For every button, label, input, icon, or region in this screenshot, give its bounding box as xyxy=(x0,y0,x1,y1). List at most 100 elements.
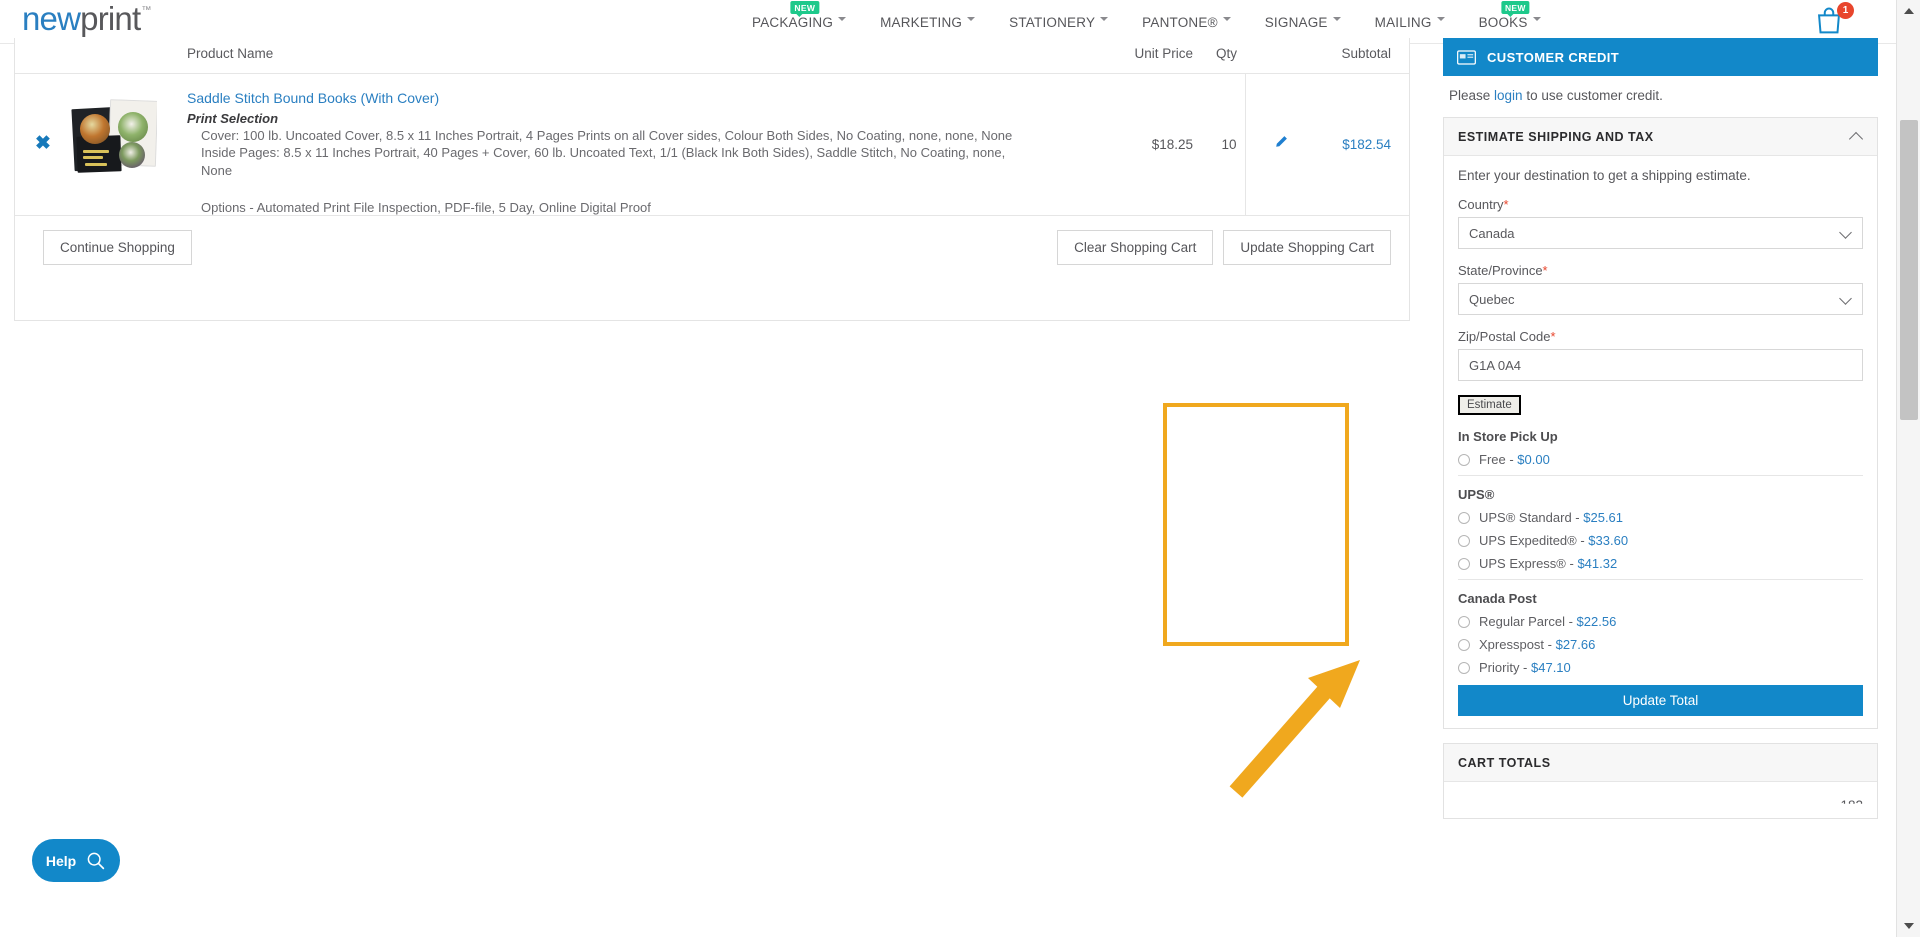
triangle-down-icon xyxy=(1904,923,1914,929)
radio-icon[interactable] xyxy=(1458,639,1470,651)
col-qty: Qty xyxy=(1193,38,1245,74)
credit-text-before: Please xyxy=(1449,88,1494,103)
shipping-option-name: UPS® Standard - xyxy=(1479,510,1583,525)
cart-items-table: Product Name Unit Price Qty Subtotal ✖ xyxy=(15,38,1409,216)
scrollbar-thumb[interactable] xyxy=(1900,120,1918,420)
cart-table-header: Product Name Unit Price Qty Subtotal xyxy=(15,38,1409,74)
shipping-option-label: UPS Express® - $41.32 xyxy=(1479,556,1617,571)
chevron-down-icon xyxy=(1437,17,1445,25)
triangle-up-icon xyxy=(1904,8,1914,14)
col-edit xyxy=(1245,38,1317,74)
update-total-button[interactable]: Update Total xyxy=(1458,685,1863,716)
required-marker: * xyxy=(1551,329,1556,344)
shipping-options-highlight-box xyxy=(1163,403,1349,646)
nav-label: PACKAGING xyxy=(752,15,833,30)
shipping-option-label: Priority - $47.10 xyxy=(1479,660,1571,675)
chevron-up-icon[interactable] xyxy=(1851,131,1863,143)
close-icon: ✖ xyxy=(35,133,51,154)
col-subtotal: Subtotal xyxy=(1317,38,1409,74)
chevron-down-icon xyxy=(1333,17,1341,25)
shipping-option[interactable]: Regular Parcel - $22.56 xyxy=(1458,614,1863,629)
shipping-option[interactable]: Free - $0.00 xyxy=(1458,452,1863,467)
product-name-link[interactable]: Saddle Stitch Bound Books (With Cover) xyxy=(187,90,439,106)
radio-icon[interactable] xyxy=(1458,558,1470,570)
help-label: Help xyxy=(46,853,76,869)
radio-icon[interactable] xyxy=(1458,662,1470,674)
customer-credit-title: CUSTOMER CREDIT xyxy=(1487,50,1619,65)
customer-credit-body: Please login to use customer credit. xyxy=(1443,76,1878,117)
state-label-text: State/Province xyxy=(1458,263,1543,278)
nav-label: STATIONERY xyxy=(1009,15,1095,30)
country-select-wrapper: Canada xyxy=(1458,217,1863,263)
shipping-option-price: $47.10 xyxy=(1531,660,1571,675)
shipping-group-title: In Store Pick Up xyxy=(1458,429,1863,444)
radio-icon[interactable] xyxy=(1458,454,1470,466)
shipping-option-name: Free - xyxy=(1479,452,1517,467)
zip-postal-code-input[interactable] xyxy=(1458,349,1863,381)
clear-shopping-cart-button[interactable]: Clear Shopping Cart xyxy=(1057,230,1213,265)
cart-button[interactable]: 1 xyxy=(1812,4,1852,40)
shipping-option[interactable]: Priority - $47.10 xyxy=(1458,660,1863,675)
shipping-option-label: Xpresspost - $27.66 xyxy=(1479,637,1595,652)
shipping-option[interactable]: UPS Expedited® - $33.60 xyxy=(1458,533,1863,548)
shipping-option[interactable]: UPS® Standard - $25.61 xyxy=(1458,510,1863,525)
zip-label: Zip/Postal Code* xyxy=(1458,329,1863,344)
site-logo[interactable]: newprint ™ xyxy=(22,2,151,35)
login-link[interactable]: login xyxy=(1494,88,1523,103)
chevron-down-icon xyxy=(1223,17,1231,25)
estimate-panel-header[interactable]: ESTIMATE SHIPPING AND TAX xyxy=(1444,118,1877,156)
remove-item-button[interactable]: ✖ xyxy=(15,74,71,216)
nav-label: BOOKS xyxy=(1479,15,1528,30)
help-widget-button[interactable]: Help xyxy=(32,839,120,882)
radio-icon[interactable] xyxy=(1458,616,1470,628)
cart-header-row: Product Name Unit Price Qty Subtotal xyxy=(15,38,1409,74)
estimate-button[interactable]: Estimate xyxy=(1458,395,1521,415)
col-remove xyxy=(15,38,71,74)
shipping-option-price: $25.61 xyxy=(1583,510,1623,525)
credit-card-icon xyxy=(1457,50,1476,65)
cart-totals-header: CART TOTALS xyxy=(1444,744,1877,782)
shipping-option-label: UPS® Standard - $25.61 xyxy=(1479,510,1623,525)
product-options-text: Options - Automated Print File Inspectio… xyxy=(201,200,1069,215)
chevron-down-icon xyxy=(838,17,846,25)
shipping-option-label: Regular Parcel - $22.56 xyxy=(1479,614,1616,629)
nav-label: MARKETING xyxy=(880,15,962,30)
print-selection-label: Print Selection xyxy=(187,111,1069,126)
radio-icon[interactable] xyxy=(1458,535,1470,547)
shipping-option-name: Priority - xyxy=(1479,660,1531,675)
scrollbar-up-button[interactable] xyxy=(1897,0,1920,22)
shipping-group-title: Canada Post xyxy=(1458,591,1863,606)
country-select[interactable]: Canada xyxy=(1458,217,1863,249)
logo-text-print: print xyxy=(80,0,140,37)
shipping-option-price: $41.32 xyxy=(1577,556,1617,571)
edit-item-button[interactable] xyxy=(1245,74,1317,216)
estimate-hint-text: Enter your destination to get a shipping… xyxy=(1458,168,1863,183)
continue-shopping-button[interactable]: Continue Shopping xyxy=(43,230,192,265)
product-thumbnail-image xyxy=(71,90,157,176)
chevron-down-icon xyxy=(967,17,975,25)
estimate-panel-body: Enter your destination to get a shipping… xyxy=(1444,156,1877,675)
estimate-shipping-panel: ESTIMATE SHIPPING AND TAX Enter your des… xyxy=(1443,117,1878,729)
shipping-option[interactable]: UPS Express® - $41.32 xyxy=(1458,556,1863,571)
state-select-wrapper: Quebec xyxy=(1458,283,1863,329)
state-province-select[interactable]: Quebec xyxy=(1458,283,1863,315)
shipping-option[interactable]: Xpresspost - $27.66 xyxy=(1458,637,1863,652)
cart-totals-panel: CART TOTALS 182 xyxy=(1443,743,1878,819)
shipping-option-label: Free - $0.00 xyxy=(1479,452,1550,467)
estimate-panel-title: ESTIMATE SHIPPING AND TAX xyxy=(1458,130,1654,144)
shipping-group-canada-post: Canada Post Regular Parcel - $22.56 Xpre… xyxy=(1458,579,1863,675)
shipping-option-price: $22.56 xyxy=(1577,614,1617,629)
logo-trademark: ™ xyxy=(141,5,151,16)
cart-table-body: ✖ xyxy=(15,74,1409,216)
radio-icon[interactable] xyxy=(1458,512,1470,524)
shipping-group-title: UPS® xyxy=(1458,487,1863,502)
shipping-option-name: UPS Express® - xyxy=(1479,556,1577,571)
update-shopping-cart-button[interactable]: Update Shopping Cart xyxy=(1223,230,1391,265)
shipping-option-name: Regular Parcel - xyxy=(1479,614,1577,629)
col-image xyxy=(71,38,187,74)
shipping-option-name: Xpresspost - xyxy=(1479,637,1556,652)
page-scrollbar[interactable] xyxy=(1896,0,1920,937)
country-label: Country* xyxy=(1458,197,1863,212)
credit-text-after: to use customer credit. xyxy=(1523,88,1663,103)
scrollbar-down-button[interactable] xyxy=(1897,915,1920,937)
